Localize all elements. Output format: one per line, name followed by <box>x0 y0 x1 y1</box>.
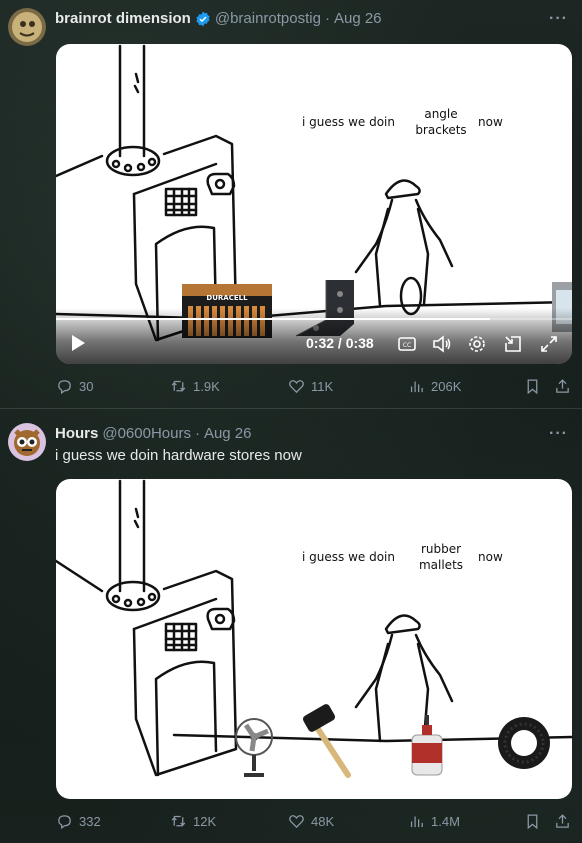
progress-bar[interactable] <box>56 318 572 320</box>
like-count: 11K <box>311 379 334 394</box>
video-time: 0:32 / 0:38 <box>306 335 374 351</box>
handle[interactable]: @brainrotpostig <box>215 10 321 27</box>
post-date[interactable]: Aug 26 <box>334 10 382 27</box>
display-name[interactable]: Hours <box>55 425 98 442</box>
reply-count: 332 <box>79 814 101 829</box>
meme-label-left: i guess we doin <box>302 115 395 129</box>
bookmark-icon <box>527 814 538 830</box>
meme-drawing <box>56 479 572 778</box>
picture-in-picture-icon[interactable] <box>504 335 522 353</box>
views-button[interactable]: 1.4M <box>408 813 460 830</box>
views-count: 1.4M <box>431 814 460 829</box>
video-controls: 0:32 / 0:38 CC <box>56 308 572 364</box>
video-player[interactable]: DURACELL i guess we doin angle brackets … <box>56 44 572 364</box>
tweet-1[interactable]: brainrot dimension @brainrotpostig · Aug… <box>0 0 582 408</box>
handle[interactable]: @0600Hours <box>102 425 191 442</box>
tweet-header: brainrot dimension @brainrotpostig · Aug… <box>55 10 382 27</box>
avatar[interactable] <box>8 423 46 461</box>
captions-icon[interactable]: CC <box>398 336 416 352</box>
meme-label-middle: rubber mallets <box>418 542 464 572</box>
action-bar: 332 12K 48K 1.4M <box>56 813 572 833</box>
views-icon <box>410 381 423 393</box>
views-icon <box>410 816 423 828</box>
share-icon <box>556 814 569 828</box>
meme-label-right: now <box>478 550 503 564</box>
reply-button[interactable]: 332 <box>56 813 101 830</box>
views-count: 206K <box>431 379 462 394</box>
reply-icon <box>58 815 71 830</box>
progress-fill <box>56 318 491 320</box>
share-icon <box>556 379 569 393</box>
separator: · <box>194 425 200 442</box>
meme-label-left: i guess we doin <box>302 550 395 564</box>
repost-count: 12K <box>193 814 217 829</box>
action-bar: 30 1.9K 11K 206K <box>56 378 572 398</box>
verified-badge-icon <box>195 11 211 27</box>
fullscreen-icon[interactable] <box>540 335 558 353</box>
meme-label-right: now <box>478 115 503 129</box>
share-button[interactable] <box>554 378 571 395</box>
reply-button[interactable]: 30 <box>56 378 93 395</box>
reply-count: 30 <box>79 379 94 394</box>
like-button[interactable]: 48K <box>288 813 334 830</box>
separator: · <box>324 10 330 27</box>
like-count: 48K <box>311 814 335 829</box>
more-icon[interactable]: ··· <box>549 10 568 28</box>
settings-icon[interactable] <box>468 335 486 353</box>
more-icon[interactable]: ··· <box>549 425 568 443</box>
tweet-header: Hours @0600Hours · Aug 26 <box>55 425 252 442</box>
repost-button[interactable]: 1.9K <box>170 378 220 395</box>
tweet-text: i guess we doin hardware stores now <box>55 447 302 464</box>
image-media[interactable]: i guess we doin rubber mallets now <box>56 479 572 799</box>
repost-count: 1.9K <box>193 379 220 394</box>
meme-label-middle: angle brackets <box>415 107 467 137</box>
play-icon[interactable] <box>70 334 86 352</box>
like-button[interactable]: 11K <box>288 378 333 395</box>
like-icon <box>289 815 304 829</box>
bookmark-button[interactable] <box>524 378 541 395</box>
like-icon <box>289 380 304 394</box>
post-date[interactable]: Aug 26 <box>204 425 252 442</box>
bookmark-icon <box>527 379 538 395</box>
avatar[interactable] <box>8 8 46 46</box>
display-name[interactable]: brainrot dimension <box>55 10 191 27</box>
tweet-2[interactable]: Hours @0600Hours · Aug 26 ··· i guess we… <box>0 408 582 843</box>
share-button[interactable] <box>554 813 571 830</box>
views-button[interactable]: 206K <box>408 378 461 395</box>
repost-icon <box>171 380 186 392</box>
reply-icon <box>58 380 71 395</box>
volume-icon[interactable] <box>432 335 452 353</box>
repost-button[interactable]: 12K <box>170 813 216 830</box>
bookmark-button[interactable] <box>524 813 541 830</box>
repost-icon <box>171 815 186 827</box>
battery-brand-text: DURACELL <box>206 294 248 302</box>
svg-text:CC: CC <box>403 342 411 349</box>
